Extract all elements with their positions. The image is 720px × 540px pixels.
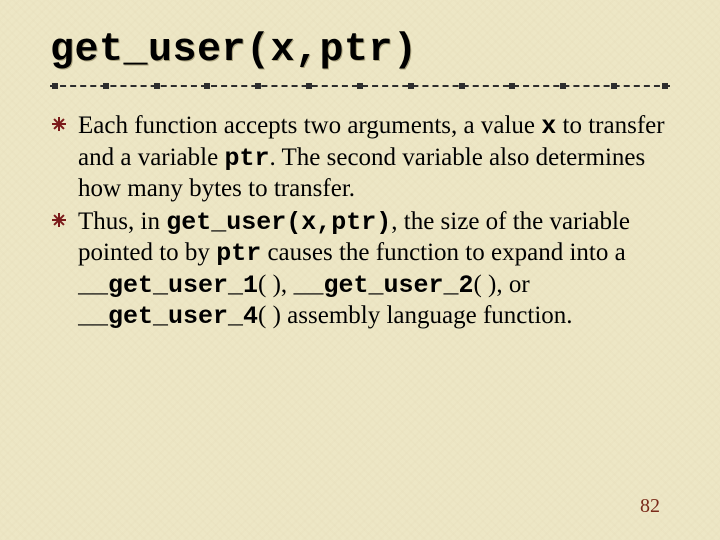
body-text: ( ), or (473, 271, 529, 298)
asterisk-bullet-icon (52, 213, 66, 227)
asterisk-bullet-icon (52, 117, 66, 131)
body-text: Each function accepts two arguments, a v… (78, 112, 541, 139)
slide-title: get_user(x,ptr) (50, 28, 670, 73)
page-number: 82 (640, 495, 660, 518)
slide-body: Each function accepts two arguments, a v… (50, 111, 670, 333)
code-text: ptr (224, 144, 269, 173)
list-item: Each function accepts two arguments, a v… (50, 111, 670, 205)
code-text: __get_user_4 (78, 302, 258, 331)
code-text: __get_user_1 (78, 271, 258, 300)
code-text: x (541, 112, 556, 141)
code-text: get_user(x,ptr) (166, 208, 391, 237)
title-divider (50, 79, 670, 93)
code-text: __get_user_2 (293, 271, 473, 300)
body-text: ( ), (258, 271, 293, 298)
body-text: Thus, in (78, 208, 166, 235)
body-text: ( ) assembly language function. (258, 302, 573, 329)
code-text: ptr (216, 239, 261, 268)
list-item: Thus, in get_user(x,ptr), the size of th… (50, 207, 670, 333)
body-text: causes the function to expand into a (261, 239, 625, 266)
